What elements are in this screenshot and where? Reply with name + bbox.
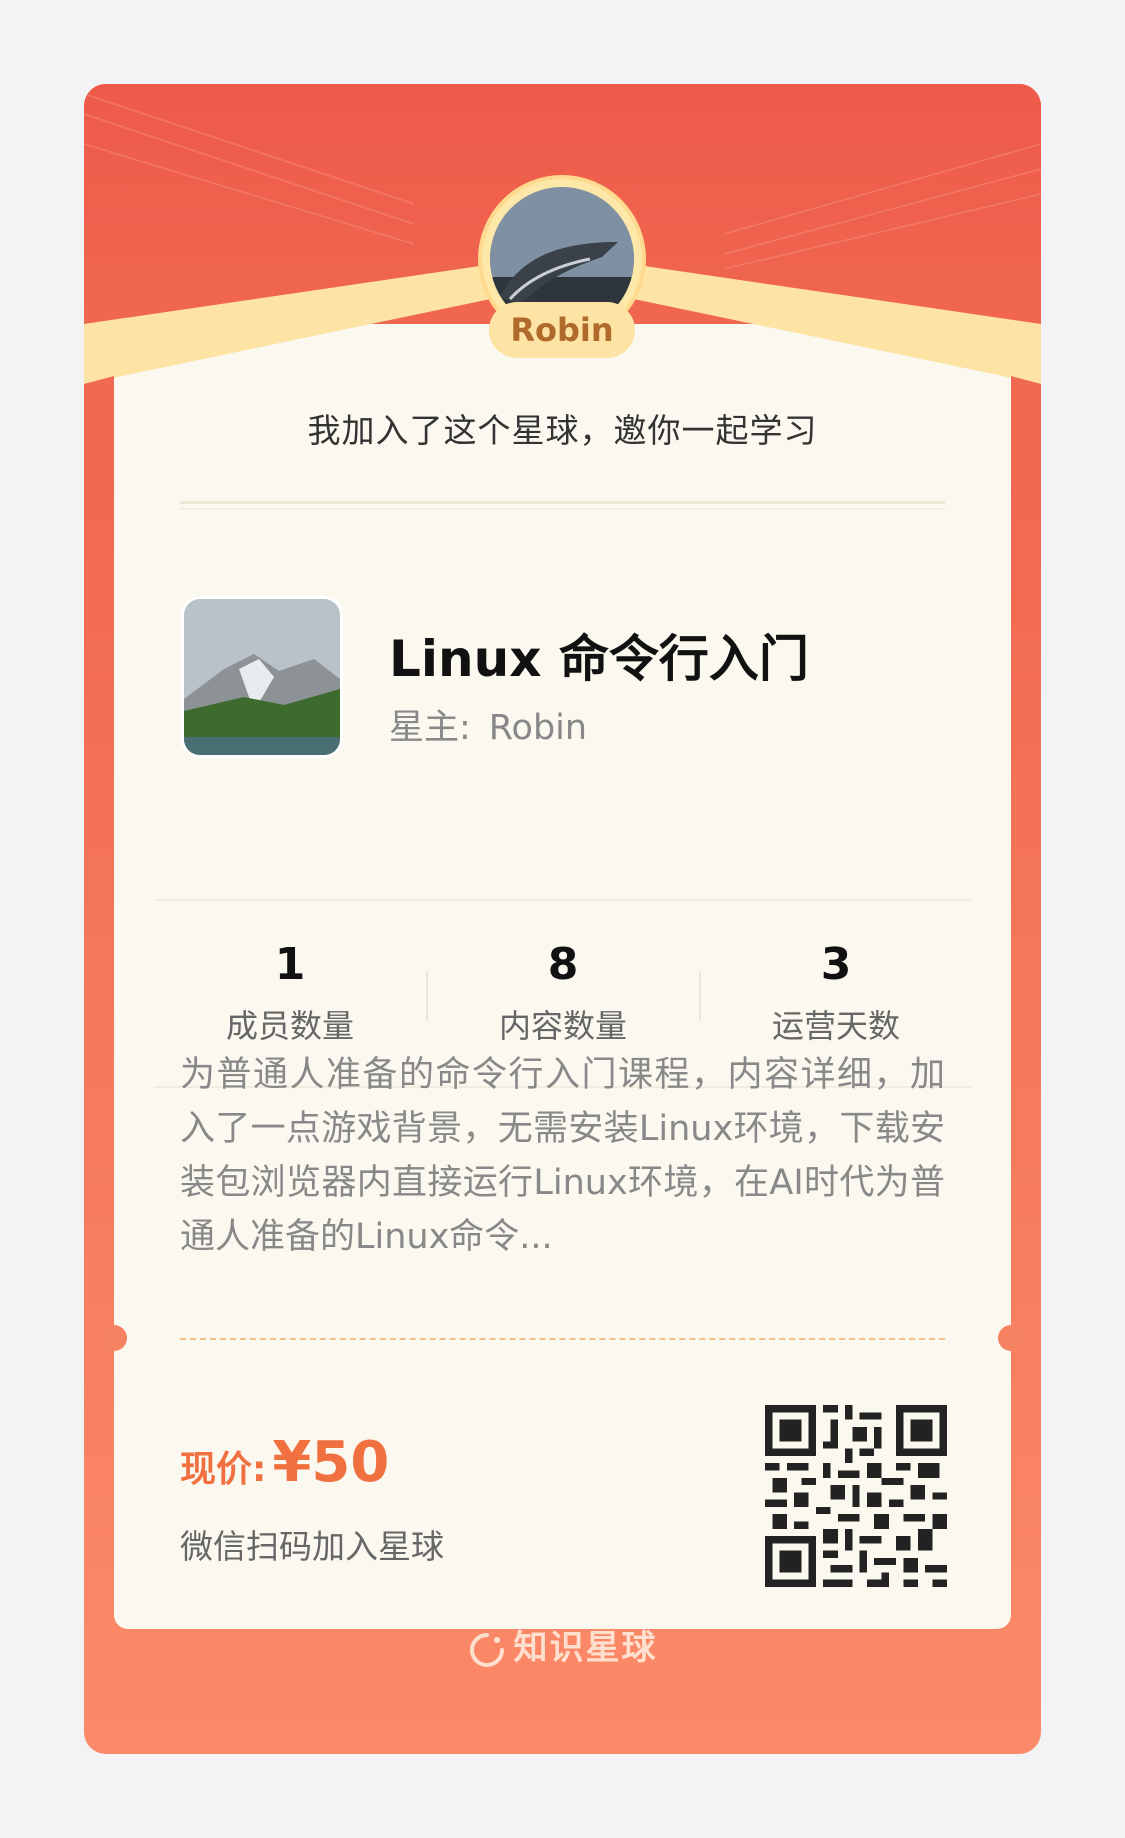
price-value: ¥50: [272, 1430, 390, 1495]
dashed-divider: [180, 1338, 945, 1340]
stat-label: 内容数量: [498, 1007, 627, 1045]
group-description: 为普通人准备的命令行入门课程，内容详细，加入了一点游戏背景，无需安装Linux环…: [180, 1048, 945, 1264]
ticket-notch-left: [101, 1325, 127, 1351]
group-title: Linux 命令行入门: [389, 630, 809, 688]
qr-code-icon[interactable]: [765, 1405, 947, 1587]
owner-label: 星主:: [389, 708, 471, 748]
planet-logo-icon: [469, 1632, 504, 1667]
owner-name: Robin: [488, 708, 588, 748]
mountain-image-icon: [184, 599, 340, 755]
price-label: 现价:: [180, 1449, 267, 1490]
group-owner: 星主: Robin: [389, 699, 587, 750]
group-cover-image[interactable]: [184, 599, 340, 755]
brand-name: 知识星球: [513, 1628, 658, 1668]
description-text: 为普通人准备的命令行入门课程，内容详细，加入了一点游戏背景，无需安装Linux环…: [180, 1055, 945, 1257]
user-name-badge: Robin: [489, 302, 635, 358]
stat-value: 1: [274, 939, 306, 990]
stat-label: 运营天数: [771, 1007, 900, 1045]
scan-hint: 微信扫码加入星球: [180, 1527, 444, 1566]
price: 现价: ¥50: [180, 1430, 389, 1495]
ticket-notch-right: [998, 1325, 1024, 1351]
divider: [180, 501, 945, 510]
invite-message: 我加入了这个星球，邀你一起学习: [307, 411, 818, 450]
stat-label: 成员数量: [225, 1007, 354, 1045]
footer-brand: 知识星球: [0, 1620, 1125, 1669]
stat-value: 3: [820, 939, 852, 990]
stat-value: 8: [547, 939, 579, 990]
